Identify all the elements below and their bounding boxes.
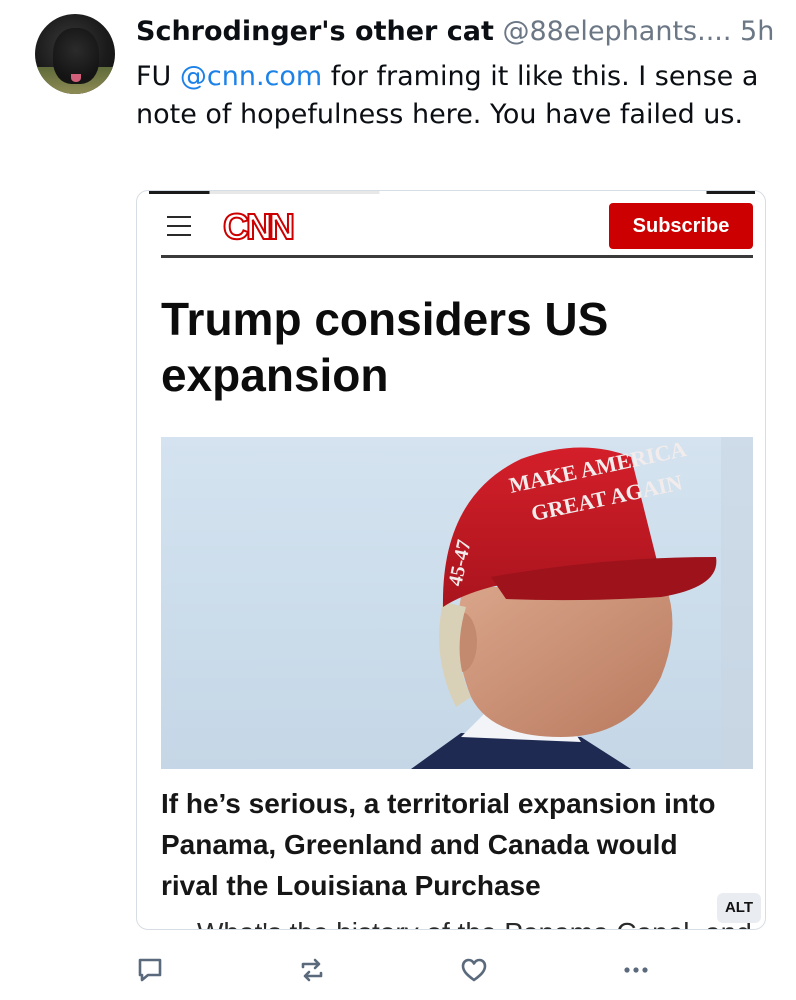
face-shape	[457, 587, 673, 737]
author-handle[interactable]: @88elephants....	[502, 16, 731, 47]
like-button[interactable]	[452, 948, 496, 992]
author-avatar[interactable]	[35, 14, 115, 94]
alt-text-badge[interactable]: ALT	[717, 893, 761, 923]
cnn-header-bar: CNN Subscribe	[161, 203, 753, 251]
post-text: FU @cnn.com for framing it like this. I …	[136, 58, 776, 134]
reply-button[interactable]	[128, 948, 172, 992]
reply-icon	[138, 958, 162, 982]
article-photo: MAKE AMERICA GREAT AGAIN 45-47	[161, 437, 753, 769]
author-name[interactable]: Schrodinger's other cat	[136, 16, 494, 47]
avatar-tongue	[71, 74, 81, 82]
post: Schrodinger's other cat @88elephants....…	[0, 0, 796, 1000]
more-options-button[interactable]	[614, 948, 658, 992]
like-icon	[461, 958, 487, 982]
post-text-start: FU	[136, 61, 180, 92]
header-divider	[161, 255, 753, 258]
photo-illustration: MAKE AMERICA GREAT AGAIN 45-47	[411, 437, 753, 769]
screenshot-top-edge	[149, 191, 755, 194]
more-icon	[624, 967, 648, 973]
hamburger-menu-icon	[167, 216, 191, 236]
photo-edge	[721, 437, 753, 769]
subscribe-button: Subscribe	[609, 203, 753, 249]
article-subhead: If he’s serious, a territorial expansion…	[161, 788, 716, 901]
repost-button[interactable]	[290, 948, 334, 992]
post-actions	[0, 948, 796, 992]
post-timestamp[interactable]: 5h	[740, 16, 774, 47]
repost-icon	[301, 958, 323, 982]
mention-link[interactable]: @cnn.com	[180, 61, 322, 92]
embedded-image[interactable]: CNN Subscribe Trump considers US expansi…	[136, 190, 766, 930]
post-header: Schrodinger's other cat @88elephants....…	[136, 14, 776, 50]
cnn-logo: CNN	[222, 206, 296, 248]
article-headline: Trump considers US expansion	[161, 293, 609, 401]
article-cutoff-line: What's the history of the Panama Canal, …	[197, 919, 757, 929]
